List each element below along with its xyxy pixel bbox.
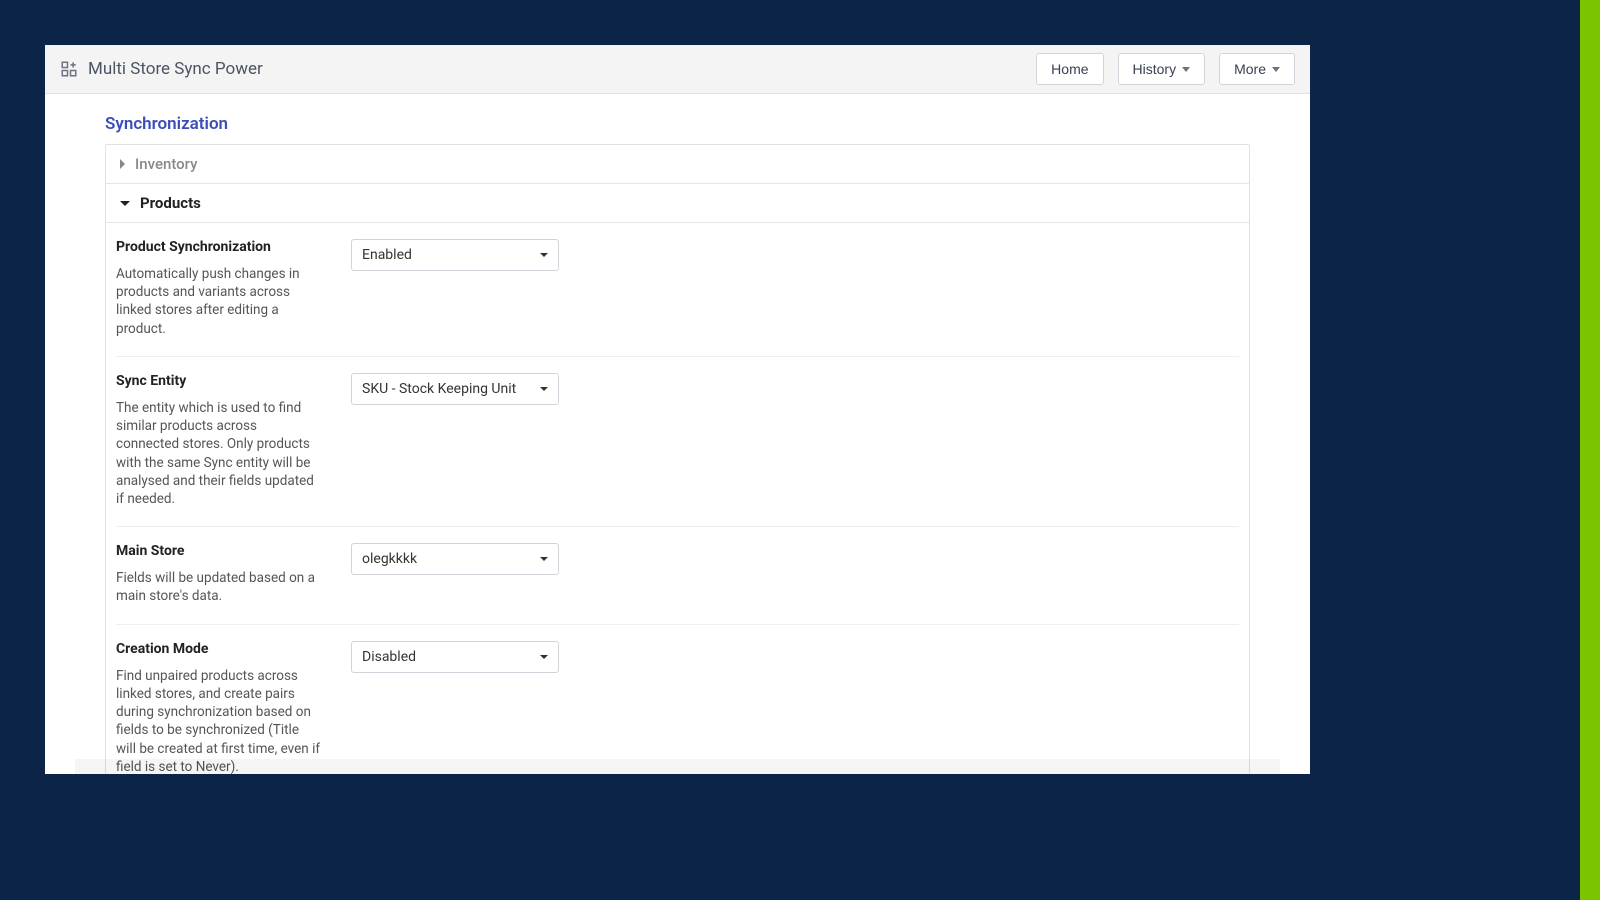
setting-sync-entity: Sync Entity The entity which is used to … (116, 357, 1239, 527)
chevron-down-icon (540, 387, 548, 391)
accordion-products-label: Products (140, 194, 201, 212)
creation-mode-title: Creation Mode (116, 641, 321, 657)
chevron-down-icon (540, 557, 548, 561)
sync-entity-select-value: SKU - Stock Keeping Unit (362, 381, 516, 397)
chevron-down-icon (540, 655, 548, 659)
product-sync-title: Product Synchronization (116, 239, 321, 255)
chevron-down-icon (120, 201, 130, 206)
top-bar-right: Home History More (1036, 53, 1295, 85)
history-button-label: History (1133, 61, 1177, 77)
setting-product-sync: Product Synchronization Automatically pu… (116, 223, 1239, 357)
creation-mode-select[interactable]: Disabled (351, 641, 559, 673)
main-store-title: Main Store (116, 543, 321, 559)
content-area: Synchronization Inventory Products Produ… (45, 94, 1310, 774)
main-store-desc: Fields will be updated based on a main s… (116, 569, 321, 605)
chevron-right-icon (120, 159, 125, 169)
product-sync-select[interactable]: Enabled (351, 239, 559, 271)
settings-panel: Inventory Products Product Synchronizati… (105, 144, 1250, 774)
home-button[interactable]: Home (1036, 53, 1103, 85)
product-sync-select-value: Enabled (362, 247, 412, 263)
product-sync-desc: Automatically push changes in products a… (116, 265, 321, 338)
page-heading: Synchronization (105, 114, 1250, 134)
accordion-products[interactable]: Products (106, 184, 1249, 223)
sync-entity-select[interactable]: SKU - Stock Keeping Unit (351, 373, 559, 405)
setting-main-store: Main Store Fields will be updated based … (116, 527, 1239, 624)
top-bar-left: Multi Store Sync Power (60, 59, 263, 79)
main-store-select-value: olegkkkk (362, 551, 417, 567)
setting-creation-mode: Creation Mode Find unpaired products acr… (116, 625, 1239, 774)
sync-entity-title: Sync Entity (116, 373, 321, 389)
home-button-label: Home (1051, 61, 1088, 77)
top-bar: Multi Store Sync Power Home History More (45, 45, 1310, 94)
more-button[interactable]: More (1219, 53, 1295, 85)
accordion-inventory[interactable]: Inventory (106, 145, 1249, 184)
chevron-down-icon (540, 253, 548, 257)
chevron-down-icon (1182, 67, 1190, 72)
app-title: Multi Store Sync Power (88, 59, 263, 79)
app-window: Multi Store Sync Power Home History More… (45, 45, 1310, 774)
accordion-inventory-label: Inventory (135, 155, 197, 173)
history-button[interactable]: History (1118, 53, 1206, 85)
main-store-select[interactable]: olegkkkk (351, 543, 559, 575)
products-section-body: Product Synchronization Automatically pu… (106, 223, 1249, 774)
accent-stripe (1580, 0, 1600, 900)
creation-mode-desc: Find unpaired products across linked sto… (116, 667, 321, 774)
creation-mode-select-value: Disabled (362, 649, 416, 665)
sync-entity-desc: The entity which is used to find similar… (116, 399, 321, 508)
more-button-label: More (1234, 61, 1266, 77)
app-grid-icon (60, 60, 78, 78)
chevron-down-icon (1272, 67, 1280, 72)
